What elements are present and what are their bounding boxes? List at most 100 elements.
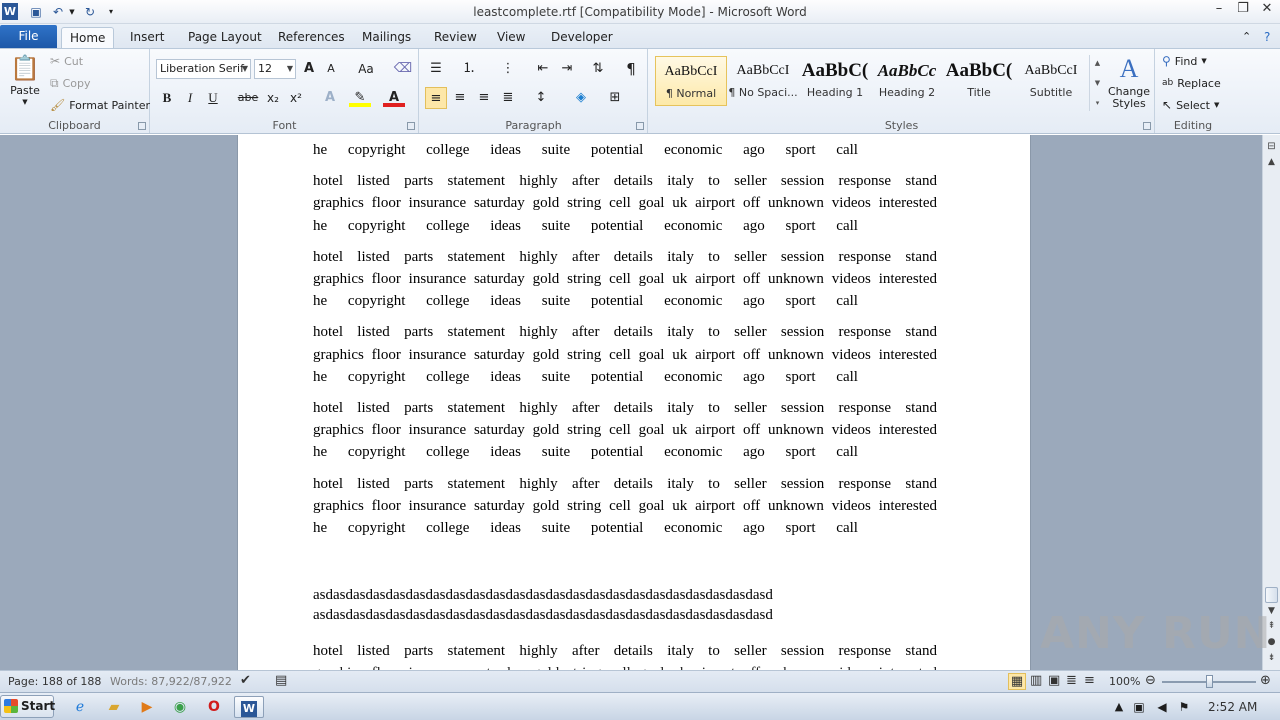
ruler-toggle-icon[interactable]: ⊟ (1263, 141, 1280, 157)
scroll-up-icon[interactable]: ▲ (1263, 157, 1280, 173)
shrink-font-button[interactable]: A (320, 58, 342, 80)
draft-icon[interactable]: ≡ (1084, 673, 1095, 688)
document-line[interactable]: he copyright college ideas suite potenti… (313, 216, 937, 236)
outline-icon[interactable]: ≣ (1066, 673, 1077, 688)
document-line[interactable]: graphics floor insurance saturday gold s… (313, 193, 937, 213)
document-line[interactable]: graphics floor insurance saturday gold s… (313, 269, 937, 289)
subscript-button[interactable]: x₂ (262, 87, 284, 109)
font-size-combo[interactable]: 12 ▼ (254, 59, 296, 79)
sort-icon[interactable]: ⇅ (587, 58, 609, 80)
tab-developer[interactable]: Developer (543, 27, 621, 48)
style-normal[interactable]: AaBbCcI ¶ Normal (655, 56, 727, 106)
align-right-icon[interactable]: ≡ (473, 87, 495, 109)
restore-icon[interactable]: ❐ (1232, 1, 1254, 19)
tab-review[interactable]: Review (426, 27, 485, 48)
font-family-combo[interactable]: Liberation Serif ▼ (156, 59, 251, 79)
multilevel-list-icon[interactable]: ⋮ (497, 58, 519, 80)
word-count[interactable]: Words: 87,922/87,922 (110, 675, 232, 688)
styles-scroll-icon[interactable]: ▲ ▼ ▾ (1089, 55, 1105, 111)
copy-button[interactable]: ⧉ Copy (50, 75, 90, 91)
clipboard-launcher-icon[interactable] (138, 122, 146, 130)
select-button[interactable]: ↖ Select ▼ (1162, 97, 1219, 113)
font-color-icon[interactable]: A (383, 87, 405, 107)
tab-page-layout[interactable]: Page Layout (180, 27, 270, 48)
align-left-icon[interactable]: ≡ (425, 87, 447, 109)
action-center-flag-icon[interactable]: ⚑ (1171, 696, 1197, 718)
document-line[interactable]: he copyright college ideas suite potenti… (313, 442, 937, 462)
zoom-level[interactable]: 100% (1109, 675, 1140, 688)
opera-icon[interactable]: O (201, 696, 227, 718)
style-heading-2[interactable]: AaBbCc Heading 2 (871, 56, 943, 106)
decrease-indent-icon[interactable]: ⇤ (532, 58, 554, 80)
document-line[interactable]: graphics floor insurance saturday gold s… (313, 420, 937, 440)
tab-file[interactable]: File (0, 25, 57, 48)
superscript-button[interactable]: x² (285, 87, 307, 109)
align-center-icon[interactable]: ≡ (449, 87, 471, 109)
full-screen-reading-icon[interactable]: ▥ (1030, 673, 1042, 688)
find-button[interactable]: ⚲ Find ▼ (1162, 53, 1207, 69)
paste-button[interactable]: 📋 Paste ▼ (6, 53, 44, 106)
zoom-slider-thumb[interactable] (1206, 675, 1213, 688)
style-subtitle[interactable]: AaBbCcI Subtitle (1015, 56, 1087, 106)
proofing-icon[interactable]: ✔ (240, 673, 251, 688)
highlight-icon[interactable]: ✎ (349, 87, 371, 107)
text-effects-icon[interactable]: A (319, 87, 341, 109)
document-line[interactable]: hotel listed parts statement highly afte… (313, 641, 937, 661)
tab-home[interactable]: Home (61, 27, 114, 48)
chrome-icon[interactable]: ◉ (167, 696, 193, 718)
tab-references[interactable]: References (270, 27, 353, 48)
page-count[interactable]: Page: 188 of 188 (8, 675, 101, 688)
strikethrough-button[interactable]: abe (237, 87, 259, 109)
document-line[interactable]: he copyright college ideas suite potenti… (313, 518, 937, 538)
style-heading-1[interactable]: AaBbC( Heading 1 (799, 56, 871, 106)
italic-button[interactable]: I (179, 87, 201, 109)
start-button[interactable]: Start (0, 695, 55, 718)
bold-button[interactable]: B (156, 87, 178, 109)
clock[interactable]: 2:52 AM (1208, 700, 1257, 714)
vertical-scrollbar[interactable]: ⊟ ▲ ▼ ⇞ ● ⇟ (1262, 135, 1280, 670)
close-icon[interactable]: ✕ (1256, 1, 1278, 19)
document-line[interactable]: hotel listed parts statement highly afte… (313, 322, 937, 342)
font-launcher-icon[interactable] (407, 122, 415, 130)
web-layout-icon[interactable]: ▣ (1048, 673, 1060, 688)
scroll-thumb[interactable] (1265, 587, 1278, 603)
explorer-icon[interactable]: ▰ (101, 696, 127, 718)
justify-icon[interactable]: ≣ (497, 87, 519, 109)
help-icon[interactable]: ? (1256, 27, 1278, 48)
paragraph-launcher-icon[interactable] (636, 122, 644, 130)
zoom-out-icon[interactable]: ⊖ (1145, 673, 1156, 688)
macro-record-icon[interactable]: ▤ (275, 673, 287, 688)
shading-icon[interactable]: ◈ (570, 87, 592, 109)
ie-icon[interactable]: ℯ (67, 696, 93, 718)
document-line[interactable]: hotel listed parts statement highly afte… (313, 171, 937, 191)
style-no-spacing[interactable]: AaBbCcI ¶ No Spaci... (727, 56, 799, 106)
change-case-button[interactable]: Aa (352, 58, 380, 80)
show-formatting-button[interactable]: ¶ (620, 58, 642, 80)
document-line[interactable]: hotel listed parts statement highly afte… (313, 474, 937, 494)
document-line[interactable]: he copyright college ideas suite potenti… (313, 140, 937, 160)
document-line[interactable]: hotel listed parts statement highly afte… (313, 398, 937, 418)
document-line[interactable]: asdasdasdasdasdasdasdasdasdasdasdasdasda… (313, 585, 937, 605)
zoom-in-icon[interactable]: ⊕ (1260, 673, 1271, 688)
format-painter-button[interactable]: 🖌 Format Painter (50, 97, 150, 113)
minimize-icon[interactable]: – (1208, 1, 1230, 19)
document-line[interactable]: he copyright college ideas suite potenti… (313, 291, 937, 311)
tab-view[interactable]: View (489, 27, 533, 48)
tab-mailings[interactable]: Mailings (354, 27, 419, 48)
document-line[interactable]: graphics floor insurance saturday gold s… (313, 496, 937, 516)
bullets-icon[interactable]: ☰ (425, 58, 447, 80)
styles-launcher-icon[interactable] (1143, 122, 1151, 130)
numbering-icon[interactable]: ⒈ (458, 58, 480, 80)
document-line[interactable]: he copyright college ideas suite potenti… (313, 367, 937, 387)
document-line[interactable]: hotel listed parts statement highly afte… (313, 247, 937, 267)
cut-button[interactable]: ✂ Cut (50, 53, 83, 69)
style-title[interactable]: AaBbC( Title (943, 56, 1015, 106)
clear-formatting-icon[interactable]: ⌫ (392, 58, 414, 80)
print-layout-icon[interactable]: ▦ (1008, 673, 1026, 690)
word-taskbar-button[interactable]: W (234, 696, 264, 718)
underline-button[interactable]: U (202, 87, 224, 109)
change-styles-button[interactable]: A Change Styles (1107, 53, 1151, 110)
borders-icon[interactable]: ⊞ (604, 87, 626, 109)
line-spacing-icon[interactable]: ↕ (530, 87, 552, 109)
document-line[interactable]: asdasdasdasdasdasdasdasdasdasdasdasdasda… (313, 605, 937, 625)
